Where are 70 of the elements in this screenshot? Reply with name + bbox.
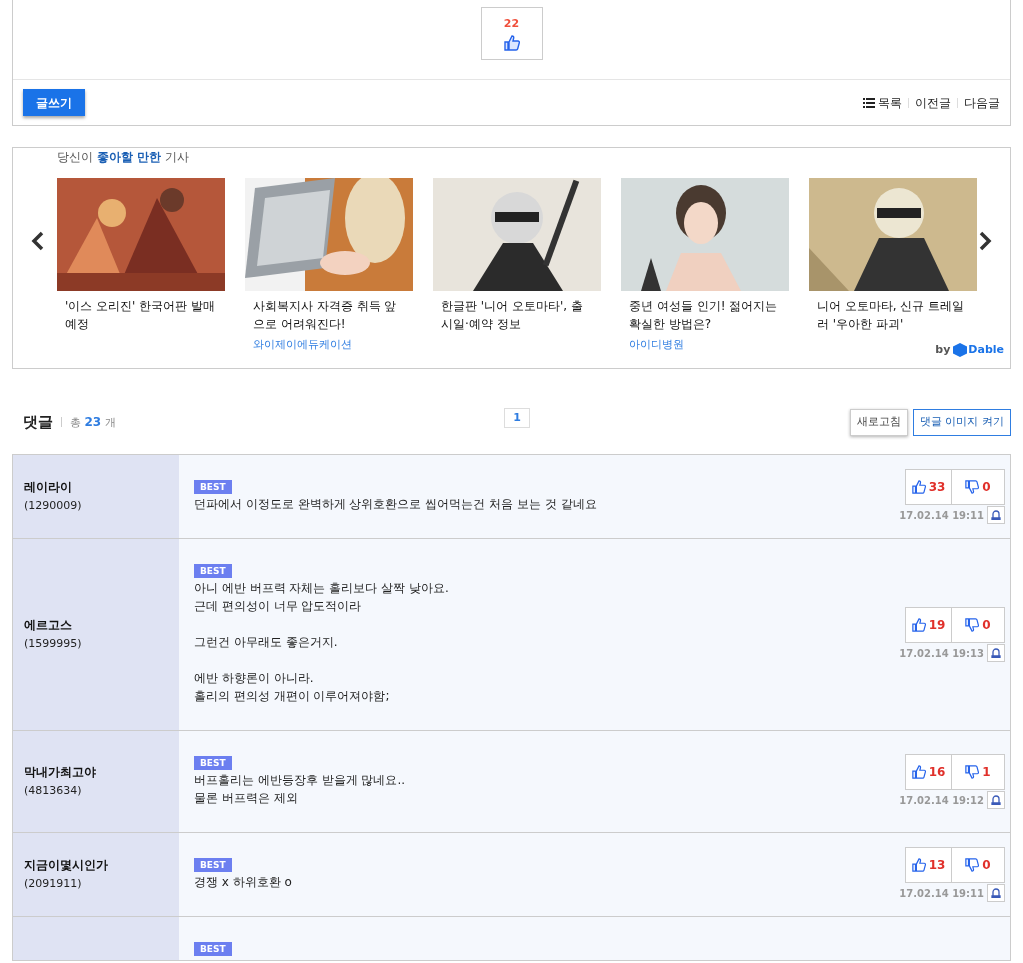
article-title[interactable]: 중년 여성들 인기! 젊어지는 확실한 방법은?	[621, 297, 789, 333]
write-button[interactable]: 글쓰기	[23, 89, 85, 116]
image-toggle-button[interactable]: 댓글 이미지 켜기	[913, 408, 1011, 436]
refresh-button[interactable]: 새로고침	[850, 408, 908, 436]
comment-author[interactable]: 지금이몇시인가	[24, 856, 168, 875]
by-label: by	[935, 341, 951, 358]
article-source: 와이제이에듀케이션	[252, 337, 353, 353]
section-heading: 당신이 좋아할 만한 기사	[57, 149, 189, 166]
best-badge: BEST	[194, 942, 232, 956]
downvote-button[interactable]: 0	[952, 848, 1004, 882]
report-button[interactable]	[987, 506, 1005, 524]
downvote-button[interactable]: 1	[952, 755, 1004, 789]
comment-author[interactable]: 막내가최고야	[24, 763, 168, 782]
brand-logo[interactable]: Dable	[953, 341, 1004, 358]
bell-icon	[991, 510, 1001, 520]
comment-author[interactable]: 레이라이	[24, 478, 168, 497]
user-id: (1599995)	[24, 636, 83, 653]
thumbs-up-icon	[911, 618, 926, 632]
list-icon	[863, 97, 875, 108]
bell-icon	[991, 648, 1001, 658]
best-badge: BEST	[194, 858, 232, 872]
report-button[interactable]	[987, 644, 1005, 662]
comment-time: 17.02.14 19:11	[899, 508, 984, 523]
downvote-button[interactable]: 0	[952, 608, 1004, 642]
thumbs-down-icon	[965, 765, 980, 779]
comment-text: 던파에서 이정도로 완벽하게 상위호환으로 씹어먹는건 처음 보는 것 같네요	[194, 496, 598, 513]
comment-text: 버프홀리는 에반등장후 받을게 많네요.. 물론 버프력은 제외	[194, 772, 407, 807]
article-source: 아이디병원	[628, 337, 685, 353]
comment-time: 17.02.14 19:11	[899, 886, 984, 901]
thumbs-up-icon	[911, 858, 926, 872]
comments-title: 댓글	[23, 411, 53, 433]
thumbs-down-icon	[965, 480, 980, 494]
user-id: (2091911)	[24, 876, 83, 893]
report-button[interactable]	[987, 791, 1005, 809]
bell-icon	[991, 795, 1001, 805]
comment-text: 경쟁 x 하위호환 o	[194, 874, 293, 891]
nav-link[interactable]: 이전글	[915, 93, 951, 112]
article-title[interactable]: 한글판 '니어 오토마타', 출시일·예약 정보	[433, 297, 601, 333]
upvote-button[interactable]: 16	[906, 755, 952, 789]
nav-link[interactable]: 다음글	[964, 93, 1000, 112]
article-title[interactable]: 니어 오토마타, 신규 트레일러 '우아한 파괴'	[809, 297, 977, 333]
comment-time: 17.02.14 19:13	[899, 646, 984, 661]
comment-count: 총 23 개	[70, 413, 116, 431]
bell-icon	[991, 888, 1001, 898]
thumbs-down-icon	[965, 618, 980, 632]
cube-icon	[953, 342, 968, 357]
thumbs-up-icon	[911, 765, 926, 779]
thumbs-up-icon	[911, 480, 926, 494]
downvote-button[interactable]: 0	[952, 470, 1004, 504]
comment-time: 17.02.14 19:12	[899, 793, 984, 808]
upvote-button[interactable]: 33	[906, 470, 952, 504]
best-badge: BEST	[194, 480, 232, 494]
like-button[interactable]: 22	[480, 7, 543, 60]
best-badge: BEST	[194, 756, 232, 770]
report-button[interactable]	[987, 884, 1005, 902]
upvote-button[interactable]: 13	[906, 848, 952, 882]
list-link[interactable]: 목록	[863, 93, 902, 112]
comment-text: 그런건 아무래도 좋은거지.	[194, 634, 339, 651]
comment-text: 에반 하향론이 아니라. 홀리의 편의성 개편이 이루어져야함;	[194, 670, 391, 705]
user-id: (4813634)	[24, 783, 83, 800]
article-title[interactable]: '이스 오리진' 한국어판 발매 예정	[57, 297, 225, 333]
upvote-button[interactable]: 19	[906, 608, 952, 642]
comment-text: 아니 에반 버프력 자체는 홀리보다 살짝 낮아요. 근데 편의성이 너무 압도적이라	[194, 580, 450, 615]
comment-author[interactable]: 에르고스	[24, 616, 168, 635]
thumbs-down-icon	[965, 858, 980, 872]
article-title[interactable]: 사회복지사 자격증 취득 앞으로 어려워진다!	[245, 297, 413, 333]
thumbs-up-icon	[503, 34, 520, 51]
best-badge: BEST	[194, 564, 232, 578]
page-link[interactable]: 1	[504, 408, 530, 428]
user-id: (1290009)	[24, 498, 83, 515]
